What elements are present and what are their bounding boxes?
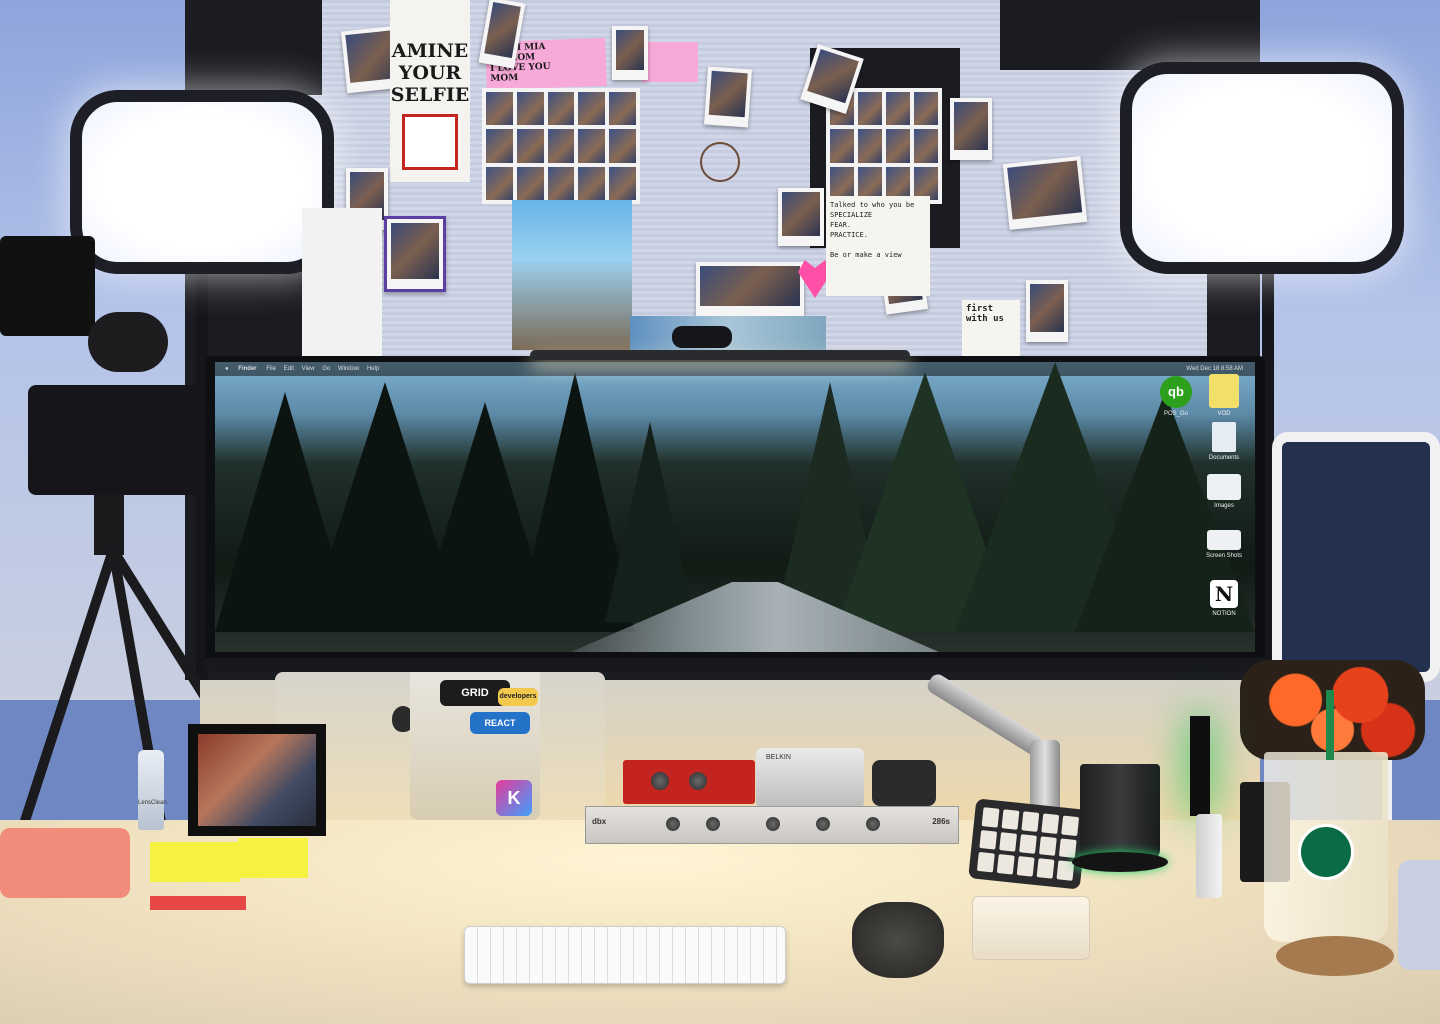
menubar-item-edit[interactable]: Edit xyxy=(284,366,294,372)
foam-tile xyxy=(232,0,322,95)
mug-blue xyxy=(1398,860,1440,970)
note-line5: Be or make a view xyxy=(830,251,902,259)
belkin-label: BELKIN xyxy=(766,754,791,761)
note-line4: PRACTICE. xyxy=(830,231,868,239)
sticky-notes-red xyxy=(150,896,246,910)
castle-photo xyxy=(512,200,632,350)
monitor-screen[interactable]: ● Finder File Edit View Go Window Help W… xyxy=(215,362,1255,652)
selfie-sign-line1: AMINE xyxy=(391,40,469,62)
note-line1: Talked to who you be xyxy=(830,201,915,209)
webcam xyxy=(672,326,732,348)
polaroid-photo xyxy=(704,66,752,128)
sticker-developers: developers xyxy=(498,688,538,706)
rack-brand: dbx xyxy=(592,817,607,826)
panel-light-left xyxy=(70,90,334,274)
wall-tag-text: first with us xyxy=(966,304,1004,324)
coaster xyxy=(1276,936,1394,976)
pink-sticky xyxy=(642,42,698,82)
polaroid-strip xyxy=(696,262,804,316)
stream-deck[interactable] xyxy=(968,798,1088,890)
rack-model: 286s xyxy=(932,817,950,826)
monitor-light-bar[interactable] xyxy=(530,350,910,360)
notion-icon: N xyxy=(1210,580,1238,608)
foam-tile xyxy=(232,270,302,360)
menubar-item-window[interactable]: Window xyxy=(338,366,359,372)
monitor-camera-screen xyxy=(0,236,95,336)
photo-grid-left xyxy=(482,88,640,204)
photo-frame xyxy=(188,724,326,836)
desktop-icon-vod[interactable]: VOD xyxy=(1201,374,1247,417)
selfie-sign-line3: SELFIE xyxy=(390,84,470,106)
folder-icon xyxy=(1207,530,1241,550)
sticker-k: K xyxy=(496,780,532,816)
handwritten-note: Talked to who you be SPECIALIZE FEAR. PR… xyxy=(826,196,930,296)
folder-icon xyxy=(1207,474,1241,500)
sticky-notes-yellow xyxy=(150,842,240,882)
lens-cleaner-label: LensClean xyxy=(138,800,167,806)
polaroid-photo xyxy=(950,98,992,160)
desktop-icon-quickbooks[interactable]: qb POS_Go xyxy=(1153,376,1199,417)
desktop-icon-label: Documents xyxy=(1208,455,1240,461)
ipad[interactable] xyxy=(1272,432,1440,682)
tree xyxy=(605,422,695,622)
desktop-icon-images[interactable]: Images xyxy=(1201,474,1247,509)
lens-cleaner-bottle: LensClean xyxy=(138,750,167,830)
smart-mug xyxy=(1080,764,1160,860)
pen-holder-dark xyxy=(1190,716,1210,816)
menubar-item-go[interactable]: Go xyxy=(322,366,330,372)
desktop-icon-label: Images xyxy=(1214,503,1234,509)
drawing-paper xyxy=(302,208,382,358)
starbucks-logo-icon xyxy=(1298,824,1354,880)
note-line2: SPECIALIZE xyxy=(830,211,873,219)
desktop-icon-screenshots[interactable]: Screen Shots xyxy=(1201,530,1247,559)
starbucks-cup xyxy=(1264,752,1388,942)
drive-icon xyxy=(1209,374,1239,408)
polaroid-photo xyxy=(1026,280,1068,342)
dock-hub: BELKIN xyxy=(756,748,864,808)
selfie-sign-line2: YOUR xyxy=(398,62,462,84)
charging-stand xyxy=(1196,814,1222,898)
menubar-app-name[interactable]: Finder xyxy=(238,366,256,372)
menubar-apple-icon[interactable]: ● xyxy=(225,366,229,372)
document-icon xyxy=(1212,422,1236,452)
polaroid-photo xyxy=(612,26,648,80)
quickbooks-icon: qb xyxy=(1160,376,1192,408)
macos-menubar[interactable]: ● Finder File Edit View Go Window Help W… xyxy=(215,362,1255,376)
keyboard[interactable] xyxy=(464,926,786,984)
desktop-icon-label: NOTION xyxy=(1212,611,1236,617)
desktop-icon-notion[interactable]: N NOTION xyxy=(1201,580,1247,617)
menubar-item-view[interactable]: View xyxy=(302,366,315,372)
desktop-icon-label: POS_Go xyxy=(1163,411,1188,417)
pink-case xyxy=(0,828,130,898)
straw xyxy=(1326,690,1334,760)
note-line3: FEAR. xyxy=(830,221,852,229)
selfie-sign-portrait xyxy=(402,114,458,170)
selfie-sign: AMINE YOUR SELFIE xyxy=(390,0,470,182)
sticky-notes-yellow xyxy=(238,838,308,878)
polaroid-photo xyxy=(778,188,824,246)
foam-tile xyxy=(1000,0,1210,70)
polaroid-photo xyxy=(384,216,446,292)
dreamcatcher xyxy=(700,142,740,182)
rack-processor[interactable]: dbx 286s xyxy=(585,806,959,844)
mug-charger xyxy=(1072,852,1168,872)
microphone xyxy=(88,312,168,372)
desktop-icon-label: VOD xyxy=(1217,411,1231,417)
speaker xyxy=(872,760,936,806)
audio-interface[interactable] xyxy=(623,760,755,804)
polaroid-photo xyxy=(1002,156,1088,230)
tripod-head xyxy=(94,495,124,555)
panel-light-right xyxy=(1120,62,1404,274)
menubar-item-help[interactable]: Help xyxy=(367,366,379,372)
desktop-icon-documents[interactable]: Documents xyxy=(1201,422,1247,461)
wall-tag: first with us xyxy=(962,300,1020,356)
mouse[interactable] xyxy=(852,902,944,978)
desktop-icon-label: Screen Shots xyxy=(1205,553,1243,559)
camera xyxy=(28,385,228,495)
trackpad[interactable] xyxy=(972,896,1090,960)
menubar-item-file[interactable]: File xyxy=(266,366,276,372)
sticker-react: REACT xyxy=(470,712,530,734)
